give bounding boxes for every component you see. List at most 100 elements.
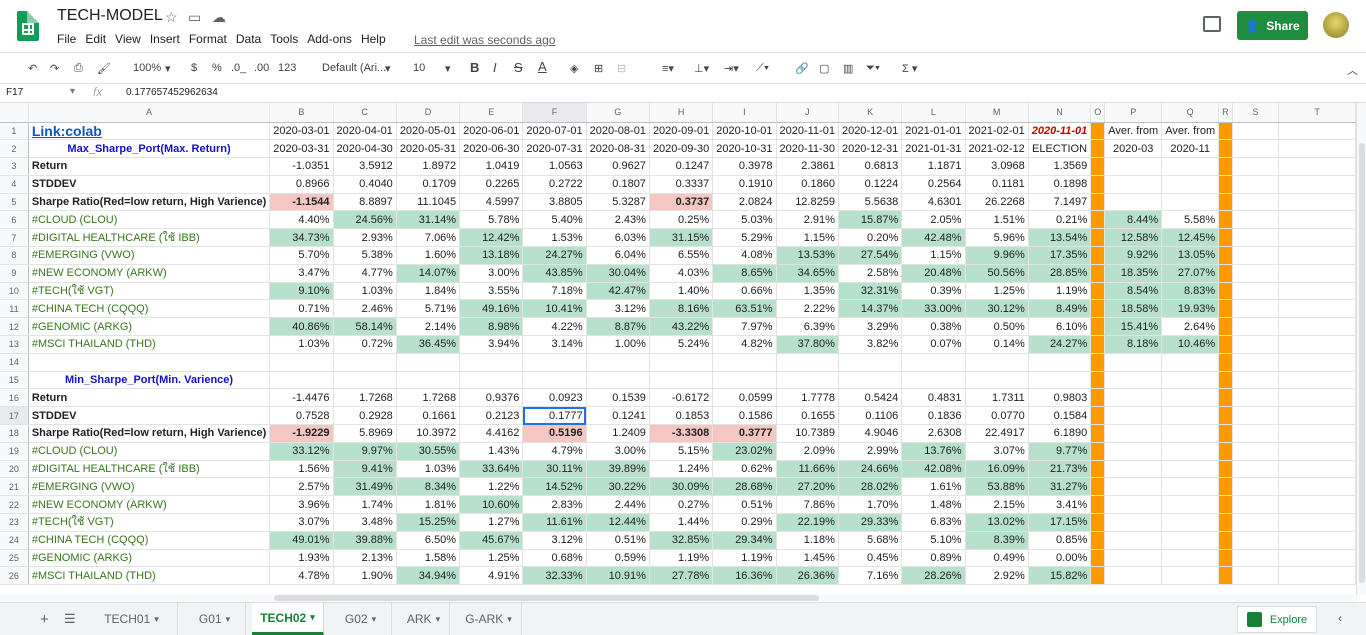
row-header[interactable]: 24 xyxy=(0,531,29,550)
data-cell[interactable] xyxy=(1218,495,1233,515)
data-cell[interactable]: 0.1853 xyxy=(649,406,714,426)
data-cell[interactable]: 1.03% xyxy=(269,335,334,354)
data-cell[interactable] xyxy=(1232,353,1280,372)
data-cell[interactable]: 2020-06-01 xyxy=(459,122,524,141)
data-cell[interactable]: 0.27% xyxy=(649,495,714,515)
data-cell[interactable] xyxy=(1090,139,1106,159)
data-cell[interactable]: 1.27% xyxy=(459,513,524,532)
data-cell[interactable]: 1.19% xyxy=(649,549,714,568)
data-cell[interactable] xyxy=(1104,406,1163,426)
data-cell[interactable] xyxy=(1232,406,1280,426)
data-cell[interactable] xyxy=(1278,388,1356,408)
row-label-cell[interactable]: Sharpe Ratio(Red=low return, High Varien… xyxy=(28,193,271,212)
data-cell[interactable]: 0.62% xyxy=(712,460,777,479)
row-header[interactable]: 25 xyxy=(0,549,29,568)
tab-menu-icon[interactable]: ▾ xyxy=(436,614,441,625)
data-cell[interactable]: 5.38% xyxy=(333,246,397,265)
data-cell[interactable]: 24.66% xyxy=(838,460,903,479)
data-cell[interactable]: 1.25% xyxy=(459,549,524,568)
data-cell[interactable]: 49.01% xyxy=(269,531,334,550)
data-cell[interactable]: 8.8897 xyxy=(333,193,397,212)
data-cell[interactable]: 21.73% xyxy=(1028,460,1092,479)
data-cell[interactable]: 1.00% xyxy=(586,335,650,354)
data-cell[interactable]: 7.18% xyxy=(522,282,587,301)
merge-cells-icon[interactable]: ⊟ xyxy=(617,62,626,75)
data-cell[interactable]: 0.3777 xyxy=(712,424,777,443)
data-cell[interactable]: 6.39% xyxy=(776,317,839,337)
data-cell[interactable]: 2.46% xyxy=(333,299,397,319)
data-cell[interactable]: ELECTION xyxy=(1028,139,1092,159)
data-cell[interactable] xyxy=(1232,335,1280,354)
data-cell[interactable] xyxy=(1232,246,1280,265)
font-size-dropdown-icon[interactable]: ▾ xyxy=(445,62,451,75)
data-cell[interactable]: 0.51% xyxy=(712,495,777,515)
data-cell[interactable] xyxy=(1218,299,1233,319)
data-cell[interactable]: 49.16% xyxy=(459,299,524,319)
row-header[interactable]: 9 xyxy=(0,264,29,283)
data-cell[interactable]: 15.41% xyxy=(1104,317,1163,337)
data-cell[interactable] xyxy=(1161,549,1220,568)
data-cell[interactable] xyxy=(1232,513,1280,532)
data-cell[interactable] xyxy=(1104,157,1163,176)
data-cell[interactable]: 2020-11-01 xyxy=(1028,122,1092,141)
data-cell[interactable]: 0.1709 xyxy=(396,175,461,194)
data-cell[interactable]: 0.9376 xyxy=(459,388,524,408)
data-cell[interactable]: 2.43% xyxy=(586,210,650,230)
row-header[interactable]: 23 xyxy=(0,513,29,532)
data-cell[interactable]: 2020-09-01 xyxy=(649,122,714,141)
menu-item[interactable]: Edit xyxy=(85,32,106,46)
font-dropdown-icon[interactable]: ▾ xyxy=(385,62,391,75)
data-cell[interactable]: 7.06% xyxy=(396,228,461,248)
column-header[interactable]: S xyxy=(1232,103,1280,123)
data-cell[interactable] xyxy=(1161,495,1220,515)
data-cell[interactable] xyxy=(1232,299,1280,319)
data-cell[interactable] xyxy=(1218,513,1233,532)
data-cell[interactable]: 3.48% xyxy=(333,513,397,532)
data-cell[interactable]: 1.03% xyxy=(396,460,461,479)
column-header[interactable]: G xyxy=(586,103,650,123)
data-cell[interactable]: 32.85% xyxy=(649,531,714,550)
data-cell[interactable] xyxy=(1232,371,1280,390)
data-cell[interactable]: 2021-02-12 xyxy=(965,139,1029,159)
column-header[interactable]: M xyxy=(965,103,1029,123)
data-cell[interactable]: 12.45% xyxy=(1161,228,1220,248)
data-cell[interactable]: 13.05% xyxy=(1161,246,1220,265)
row-header[interactable]: 17 xyxy=(0,406,29,426)
data-cell[interactable]: -3.3308 xyxy=(649,424,714,443)
data-cell[interactable]: 4.08% xyxy=(712,246,777,265)
undo-icon[interactable]: ↶ xyxy=(28,62,37,75)
data-cell[interactable] xyxy=(396,371,461,390)
data-cell[interactable] xyxy=(1218,406,1233,426)
data-cell[interactable] xyxy=(586,371,650,390)
data-cell[interactable] xyxy=(1278,299,1356,319)
data-cell[interactable] xyxy=(1232,264,1280,283)
data-cell[interactable] xyxy=(1090,353,1106,372)
row-header[interactable]: 2 xyxy=(0,139,29,159)
data-cell[interactable]: 4.78% xyxy=(269,566,334,586)
menu-item[interactable]: Format xyxy=(189,32,227,46)
data-cell[interactable]: 2020-11-30 xyxy=(776,139,839,159)
data-cell[interactable]: 2020-07-01 xyxy=(522,122,587,141)
data-cell[interactable]: 3.8805 xyxy=(522,193,587,212)
sheet-tab[interactable]: ARK ▾ xyxy=(398,603,450,635)
data-cell[interactable]: 29.34% xyxy=(712,531,777,550)
data-cell[interactable]: 4.82% xyxy=(712,335,777,354)
data-cell[interactable]: 1.7268 xyxy=(333,388,397,408)
data-cell[interactable] xyxy=(1161,353,1220,372)
percent-button[interactable]: % xyxy=(212,62,222,74)
data-cell[interactable]: 0.1777 xyxy=(522,406,587,426)
zoom-select[interactable]: 100% xyxy=(133,62,161,74)
data-cell[interactable] xyxy=(1104,175,1163,194)
row-header[interactable]: 6 xyxy=(0,210,29,230)
collapse-toolbar-icon[interactable]: ︿ xyxy=(1347,62,1358,78)
data-cell[interactable]: 1.56% xyxy=(269,460,334,479)
data-cell[interactable]: 39.89% xyxy=(586,460,650,479)
data-cell[interactable]: 17.15% xyxy=(1028,513,1092,532)
data-cell[interactable] xyxy=(649,353,714,372)
row-label-cell[interactable]: #NEW ECONOMY (ARKW) xyxy=(28,264,271,283)
data-cell[interactable]: 2.0824 xyxy=(712,193,777,212)
data-cell[interactable]: 0.68% xyxy=(522,549,587,568)
data-cell[interactable]: 1.15% xyxy=(776,228,839,248)
data-cell[interactable]: 10.3972 xyxy=(396,424,461,443)
data-cell[interactable]: 42.48% xyxy=(901,228,966,248)
